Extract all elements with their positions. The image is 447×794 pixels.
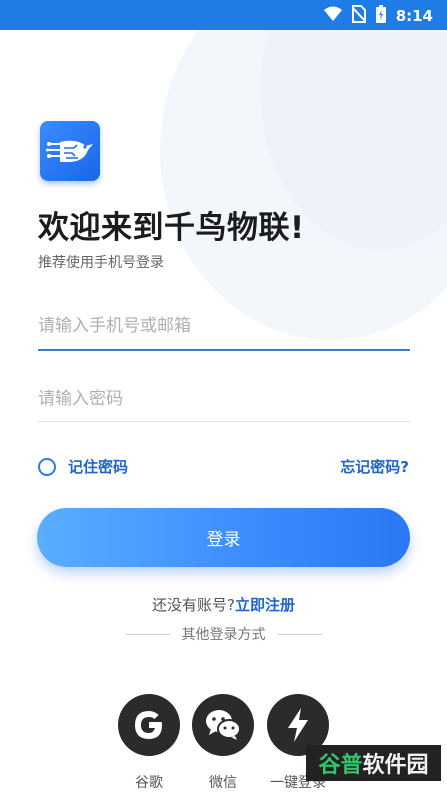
divider-line-right	[277, 633, 322, 635]
app-logo	[40, 121, 100, 181]
wechat-icon	[206, 710, 241, 740]
other-login-divider: 其他登录方式	[0, 624, 447, 644]
forgot-password-link[interactable]: 忘记密码?	[340, 456, 409, 477]
page-subtitle: 推荐使用手机号登录	[38, 255, 164, 271]
register-link[interactable]: 立即注册	[235, 596, 295, 614]
page-title: 欢迎来到千鸟物联!	[38, 210, 305, 246]
register-prompt: 还没有账号?立即注册	[0, 594, 447, 615]
status-time: 8:14	[395, 7, 433, 25]
google-icon	[135, 711, 162, 739]
password-input-underline	[38, 421, 410, 422]
google-login-button[interactable]	[118, 694, 180, 756]
wechat-login-button[interactable]	[192, 694, 254, 756]
status-bar: 8:14	[0, 0, 447, 30]
battery-charging-icon	[375, 5, 386, 27]
login-button[interactable]: 登录	[37, 508, 410, 567]
watermark-part2: 软件园	[362, 753, 429, 778]
bird-circuit-icon	[46, 140, 93, 162]
wifi-icon	[323, 6, 342, 26]
watermark-part1: 谷普	[318, 753, 363, 778]
phone-input-underline	[38, 349, 410, 351]
divider-line-left	[125, 633, 170, 635]
remember-password-label: 记住密码	[68, 458, 129, 476]
no-sim-icon	[350, 5, 367, 27]
radio-unchecked-icon[interactable]	[38, 457, 56, 476]
watermark-logo: 谷普 软件园	[306, 745, 441, 781]
login-screen: 欢迎来到千鸟物联! 推荐使用手机号登录 记住密码 忘记密码? 登录 还没有账号?…	[0, 30, 447, 794]
other-login-label: 其他登录方式	[181, 627, 266, 643]
remember-password-toggle[interactable]: 记住密码	[38, 456, 128, 477]
phone-email-input[interactable]	[38, 306, 410, 346]
lightning-icon	[288, 708, 308, 742]
register-prompt-text: 还没有账号?	[152, 596, 235, 614]
password-input[interactable]	[38, 379, 410, 419]
